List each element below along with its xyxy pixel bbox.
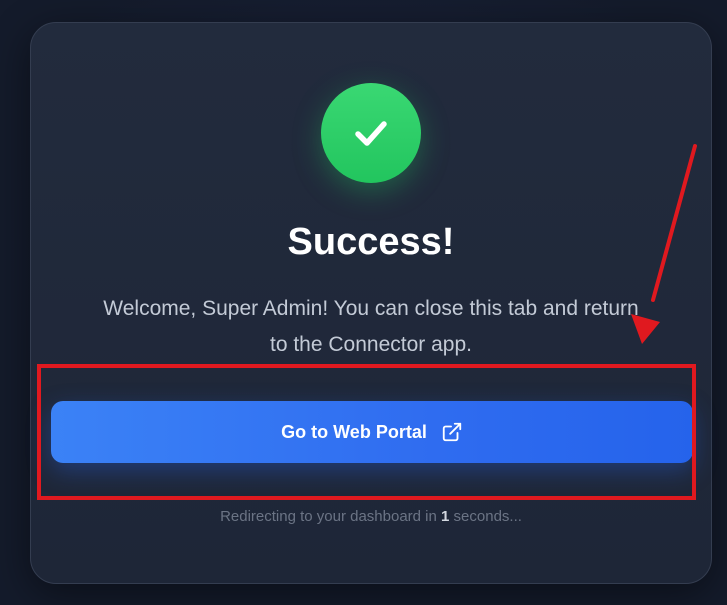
success-badge (321, 83, 421, 183)
success-title: Success! (287, 221, 455, 263)
success-card: Success! Welcome, Super Admin! You can c… (30, 22, 712, 584)
page-background: Success! Welcome, Super Admin! You can c… (0, 0, 727, 605)
redirect-countdown: 1 (441, 508, 450, 525)
redirect-suffix: seconds... (453, 508, 522, 525)
go-to-web-portal-button[interactable]: Go to Web Portal (51, 401, 693, 463)
redirect-prefix: Redirecting to your dashboard in (220, 508, 437, 525)
welcome-message: Welcome, Super Admin! You can close this… (103, 297, 639, 356)
go-to-web-portal-label: Go to Web Portal (281, 421, 427, 442)
external-link-icon (441, 421, 463, 443)
redirect-notice: Redirecting to your dashboard in 1 secon… (31, 507, 711, 527)
checkmark-icon (355, 121, 387, 146)
